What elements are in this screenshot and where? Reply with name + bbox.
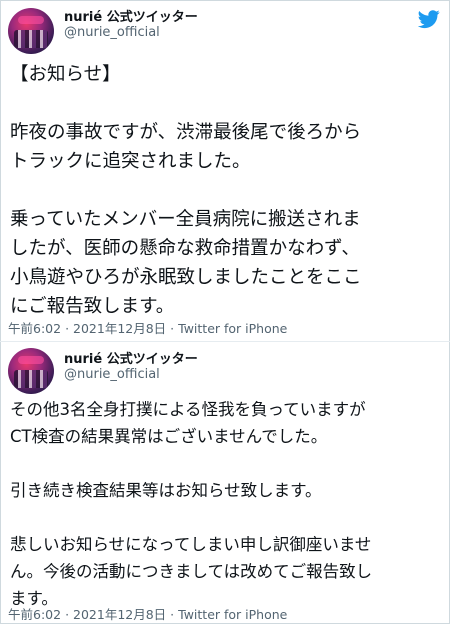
tweet-metadata: 午前6:02 · 2021年12月8日 · Twitter for iPhone xyxy=(8,604,287,623)
avatar-figures xyxy=(14,370,48,388)
display-name[interactable]: nurié 公式ツイッター xyxy=(64,6,198,25)
avatar[interactable] xyxy=(8,348,54,394)
avatar-figures xyxy=(14,30,48,48)
tweet-metadata: 午前6:02 · 2021年12月8日 · Twitter for iPhone xyxy=(8,318,287,337)
separator: · xyxy=(65,607,74,622)
tweet[interactable]: nurié 公式ツイッター @nurie_official 【お知らせ】 昨夜の… xyxy=(0,0,450,342)
separator: · xyxy=(170,607,179,622)
tweet-date[interactable]: 2021年12月8日 xyxy=(73,607,166,622)
avatar[interactable] xyxy=(8,8,54,54)
avatar-glow xyxy=(18,16,44,24)
author-handle[interactable]: @nurie_official xyxy=(64,367,160,382)
tweet[interactable]: nurié 公式ツイッター @nurie_official その他3名全身打撲に… xyxy=(0,342,450,624)
display-name[interactable]: nurié 公式ツイッター xyxy=(64,348,198,367)
author-row[interactable]: nurié 公式ツイッター xyxy=(64,348,198,367)
tweet-source[interactable]: Twitter for iPhone xyxy=(178,321,287,336)
tweet-source[interactable]: Twitter for iPhone xyxy=(178,607,287,622)
tweet-date[interactable]: 2021年12月8日 xyxy=(73,321,166,336)
author-row[interactable]: nurié 公式ツイッター xyxy=(64,6,198,25)
twitter-bird-icon[interactable] xyxy=(418,8,440,30)
tweet-time[interactable]: 午前6:02 xyxy=(8,607,61,622)
separator: · xyxy=(170,321,179,336)
tweet-time[interactable]: 午前6:02 xyxy=(8,321,61,336)
tweet-text: その他3名全身打撲による怪我を負っていますが CT検査の結果異常はございませんで… xyxy=(10,400,373,608)
author-handle[interactable]: @nurie_official xyxy=(64,25,160,40)
separator: · xyxy=(65,321,74,336)
avatar-glow xyxy=(18,356,44,364)
tweet-text: 【お知らせ】 昨夜の事故ですが、渋滞最後尾で後ろから トラックに追突されました。… xyxy=(10,64,362,317)
